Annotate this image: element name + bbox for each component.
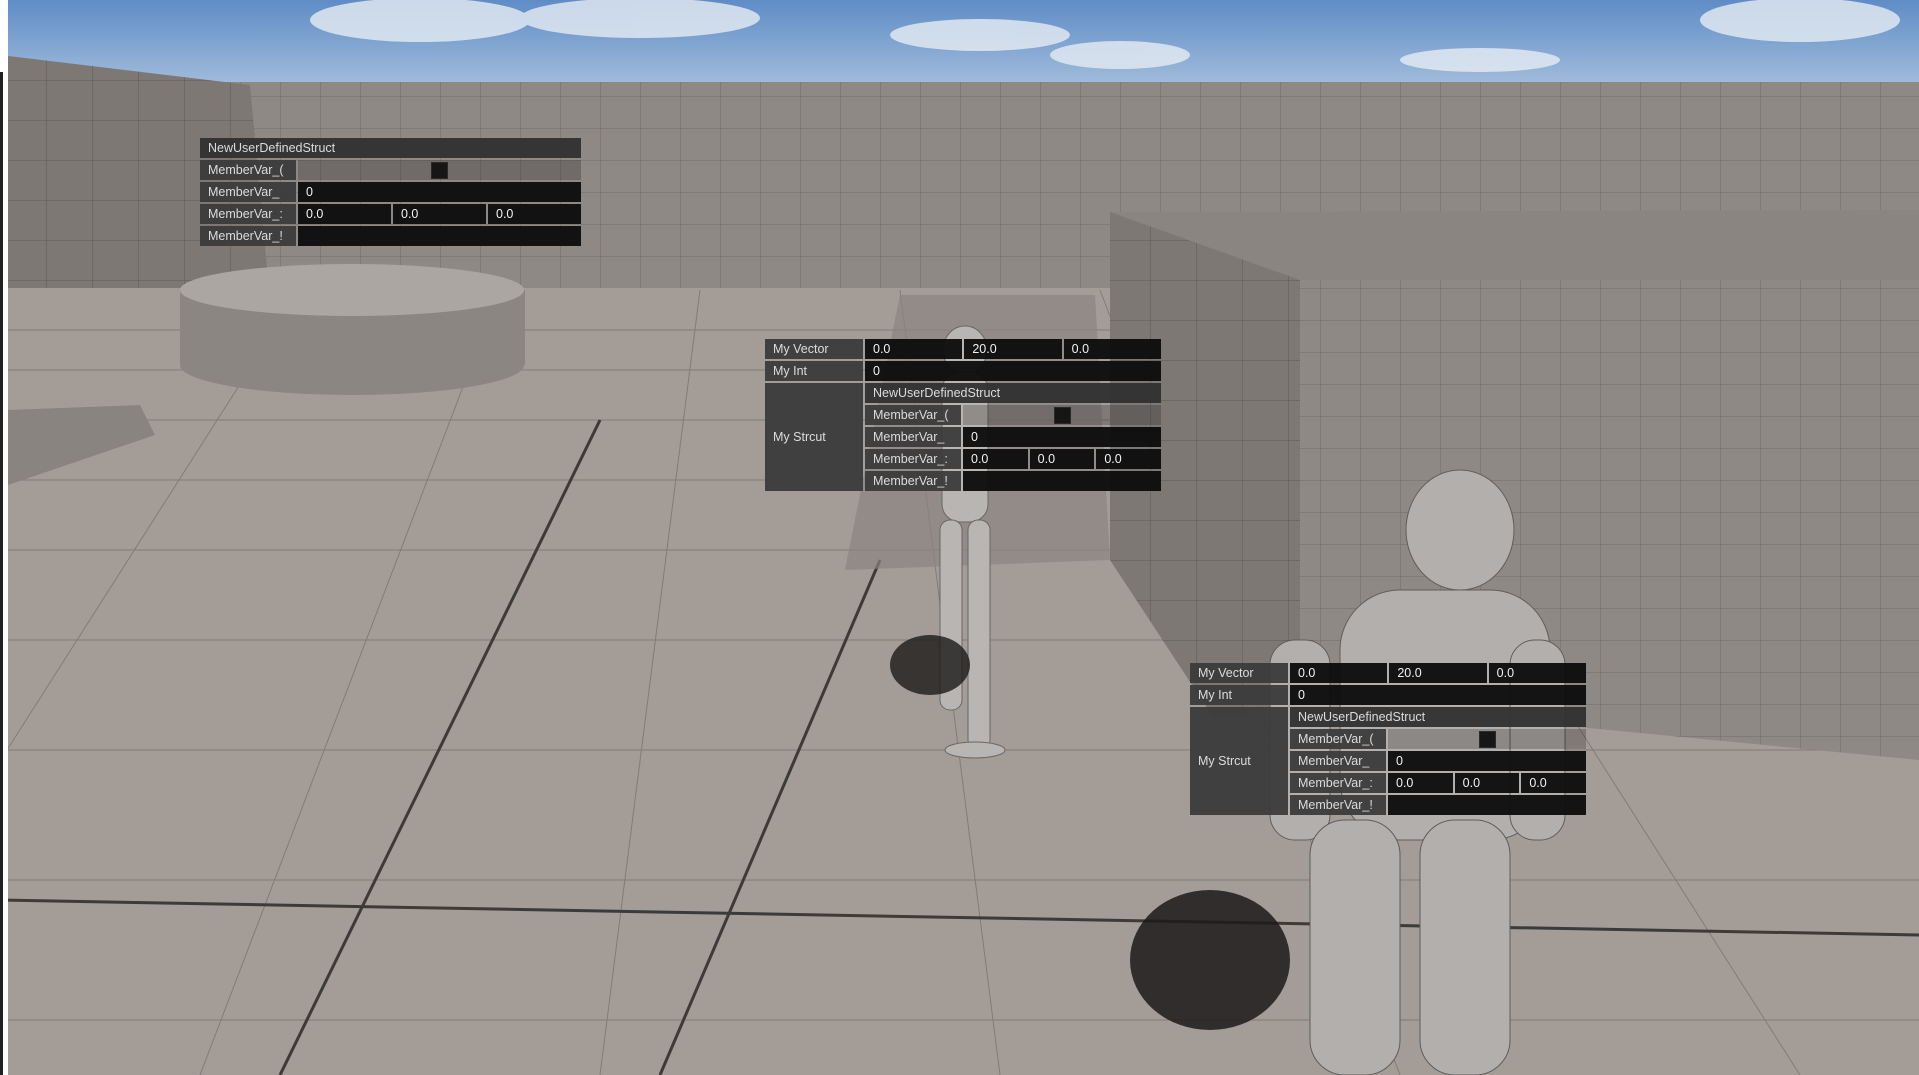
struct-row: MemberVar_ 0	[1290, 751, 1586, 771]
my-vector-label: My Vector	[1190, 663, 1288, 683]
vector-x-field[interactable]: 0.0	[1388, 773, 1453, 793]
struct-row: MemberVar_(	[1290, 729, 1586, 749]
checkbox[interactable]	[1478, 730, 1496, 748]
mannequin-shadow-small	[890, 635, 970, 695]
member-label: MemberVar_!	[200, 226, 296, 246]
vector-x-field[interactable]: 0.0	[298, 204, 391, 224]
vector-z-field[interactable]: 0.0	[1096, 449, 1162, 469]
struct-row: MemberVar_ 0	[200, 182, 581, 202]
int-field[interactable]: 0	[298, 182, 581, 202]
struct-row: MemberVar_!	[865, 471, 1161, 491]
checkbox[interactable]	[1053, 406, 1071, 424]
variable-widget-right: My Vector 0.0 20.0 0.0 My Int 0 My Strcu…	[1190, 663, 1587, 815]
struct-row: MemberVar_(	[200, 160, 581, 180]
struct-title: NewUserDefinedStruct	[865, 383, 1161, 403]
text-field[interactable]	[298, 226, 581, 246]
member-checkbox-cell[interactable]	[298, 160, 581, 180]
member-label: MemberVar_:	[200, 204, 296, 224]
window-left-edge-dark	[0, 72, 3, 1075]
member-label: MemberVar_:	[1290, 773, 1386, 793]
struct-row: MemberVar_ 0	[865, 427, 1161, 447]
member-label: MemberVar_	[865, 427, 961, 447]
text-field[interactable]	[963, 471, 1161, 491]
member-checkbox-cell[interactable]	[1388, 729, 1586, 749]
member-label: MemberVar_(	[1290, 729, 1386, 749]
struct-row: MemberVar_(	[865, 405, 1161, 425]
struct-row: MemberVar_: 0.0 0.0 0.0	[865, 449, 1162, 469]
member-label: MemberVar_	[1290, 751, 1386, 771]
vector-z-field[interactable]: 0.0	[488, 204, 581, 224]
struct-row: MemberVar_: 0.0 0.0 0.0	[1290, 773, 1587, 793]
my-vector-label: My Vector	[765, 339, 863, 359]
vector-z-field[interactable]: 0.0	[1063, 339, 1161, 359]
my-int-label: My Int	[765, 361, 863, 381]
vector-z-field[interactable]: 0.0	[1521, 773, 1587, 793]
vector-y-field[interactable]: 0.0	[1029, 449, 1095, 469]
vector-z-field[interactable]: 0.0	[1488, 663, 1586, 683]
my-struct-label: My Strcut	[765, 383, 863, 491]
struct-row: MemberVar_!	[1290, 795, 1586, 815]
vector-y-field[interactable]: 0.0	[393, 204, 486, 224]
variable-widget-center: My Vector 0.0 20.0 0.0 My Int 0 My Strcu…	[765, 339, 1162, 491]
nested-struct: NewUserDefinedStruct MemberVar_( MemberV…	[865, 383, 1162, 491]
struct-row: My Strcut NewUserDefinedStruct MemberVar…	[1190, 707, 1587, 815]
member-label: MemberVar_!	[865, 471, 961, 491]
vector-y-field[interactable]: 20.0	[964, 339, 1062, 359]
int-field[interactable]: 0	[865, 361, 1161, 381]
vector-x-field[interactable]: 0.0	[1290, 663, 1388, 683]
int-field[interactable]: 0	[963, 427, 1161, 447]
member-label: MemberVar_!	[1290, 795, 1386, 815]
int-field[interactable]: 0	[1290, 685, 1586, 705]
text-field[interactable]	[1388, 795, 1586, 815]
vector-x-field[interactable]: 0.0	[865, 339, 963, 359]
struct-row: MemberVar_: 0.0 0.0 0.0	[200, 204, 581, 224]
vector-y-field[interactable]: 0.0	[1454, 773, 1520, 793]
vector-row: My Vector 0.0 20.0 0.0	[1190, 663, 1586, 683]
member-label: MemberVar_	[200, 182, 296, 202]
struct-row: My Strcut NewUserDefinedStruct MemberVar…	[765, 383, 1162, 491]
int-row: My Int 0	[765, 361, 1161, 381]
nested-struct: NewUserDefinedStruct MemberVar_( MemberV…	[1290, 707, 1587, 815]
member-label: MemberVar_:	[865, 449, 961, 469]
my-struct-label: My Strcut	[1190, 707, 1288, 815]
vector-y-field[interactable]: 20.0	[1389, 663, 1487, 683]
round-platform	[180, 264, 525, 395]
my-int-label: My Int	[1190, 685, 1288, 705]
vector-row: My Vector 0.0 20.0 0.0	[765, 339, 1161, 359]
member-checkbox-cell[interactable]	[963, 405, 1161, 425]
member-label: MemberVar_(	[865, 405, 961, 425]
mannequin-shadow	[1130, 890, 1290, 1030]
struct-title: NewUserDefinedStruct	[200, 138, 581, 158]
struct-widget-top-left: NewUserDefinedStruct MemberVar_( MemberV…	[200, 138, 581, 248]
member-label: MemberVar_(	[200, 160, 296, 180]
struct-row: MemberVar_!	[200, 226, 581, 246]
checkbox[interactable]	[431, 161, 448, 179]
struct-title: NewUserDefinedStruct	[1290, 707, 1586, 727]
int-field[interactable]: 0	[1388, 751, 1586, 771]
int-row: My Int 0	[1190, 685, 1586, 705]
vector-x-field[interactable]: 0.0	[963, 449, 1028, 469]
